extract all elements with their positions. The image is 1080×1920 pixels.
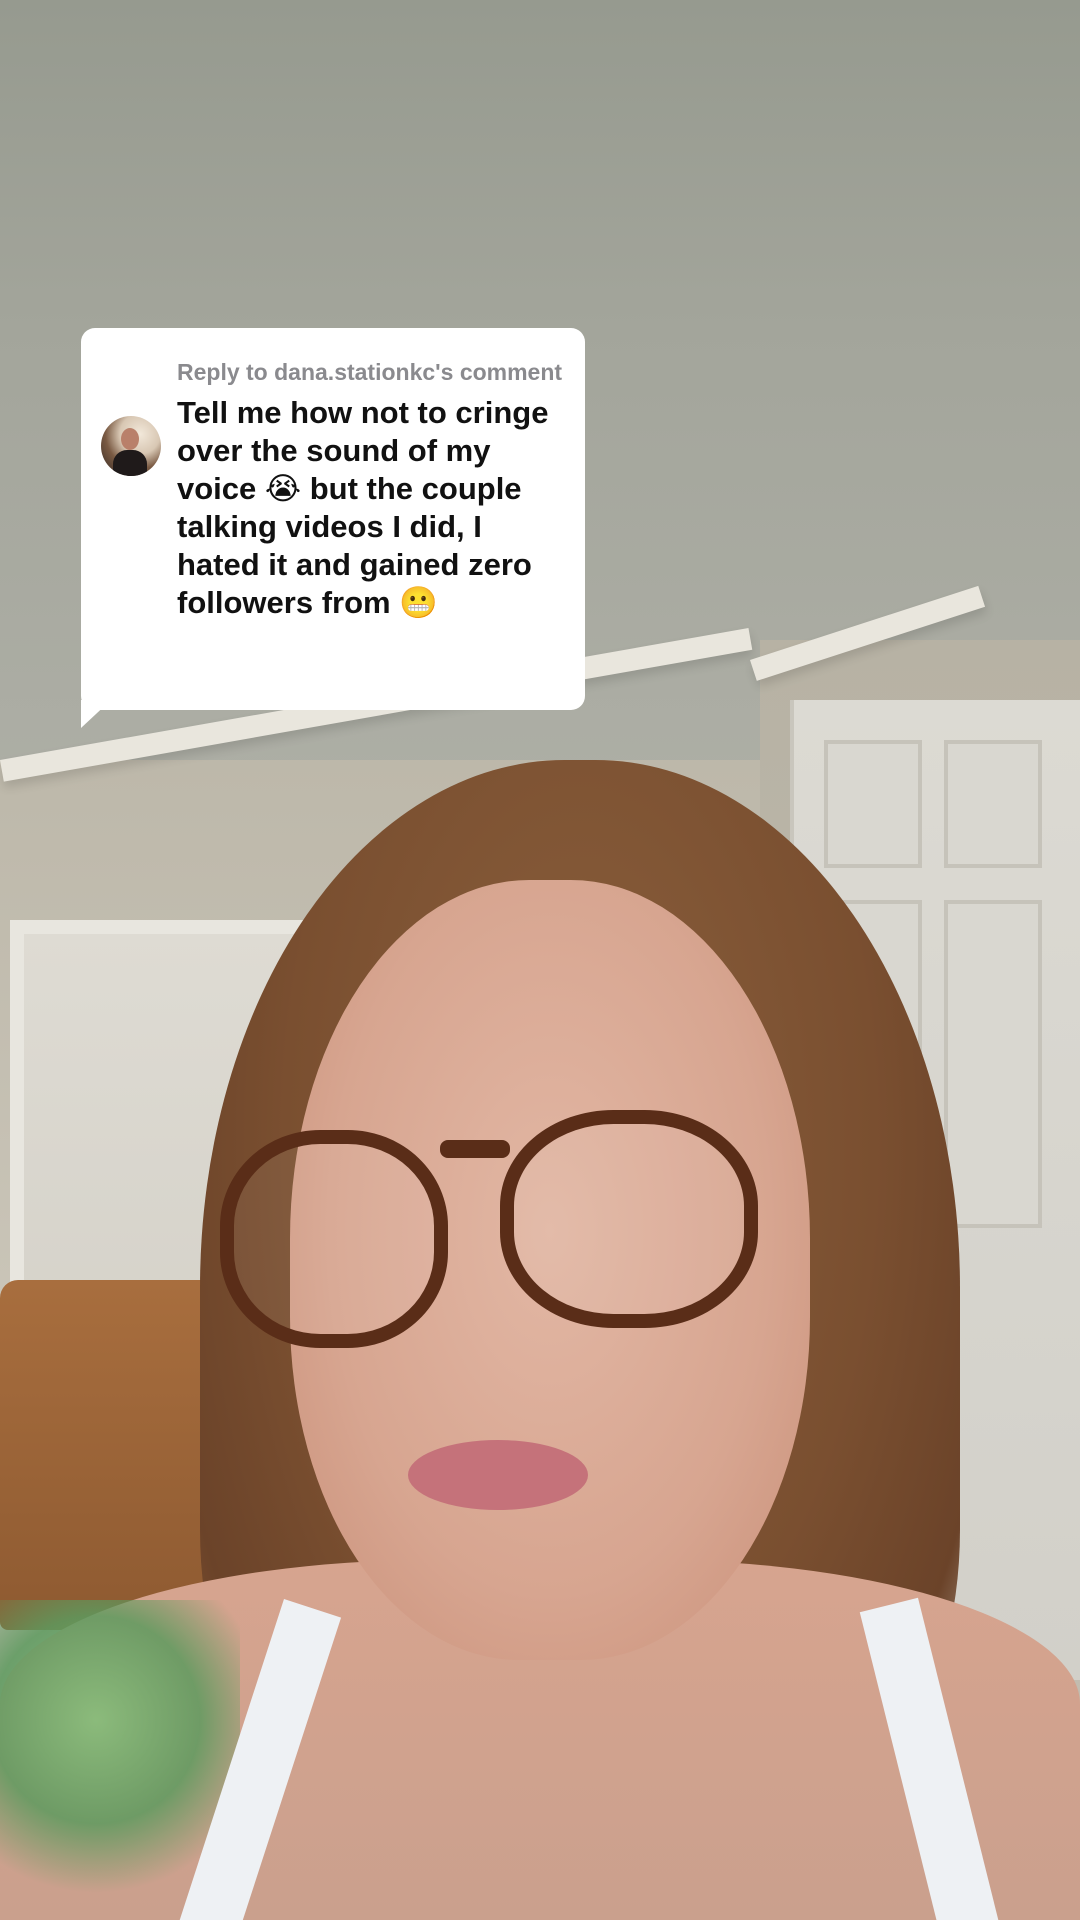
reply-comment-sticker[interactable]: Reply to dana.stationkc's comment Tell m… bbox=[81, 328, 585, 710]
video-frame bbox=[0, 0, 1080, 1920]
sticker-tail bbox=[81, 700, 111, 728]
glasses-lens-left bbox=[220, 1130, 448, 1348]
glasses-lens-right bbox=[500, 1110, 758, 1328]
comment-text: Tell me how not to cringe over the sound… bbox=[177, 395, 549, 620]
video-screen[interactable]: Reply to dana.stationkc's comment Tell m… bbox=[0, 0, 1080, 1920]
reply-header: Reply to dana.stationkc's comment bbox=[177, 359, 563, 385]
person-mouth bbox=[408, 1440, 588, 1510]
glasses-bridge bbox=[440, 1140, 510, 1158]
user-avatar bbox=[101, 416, 161, 476]
